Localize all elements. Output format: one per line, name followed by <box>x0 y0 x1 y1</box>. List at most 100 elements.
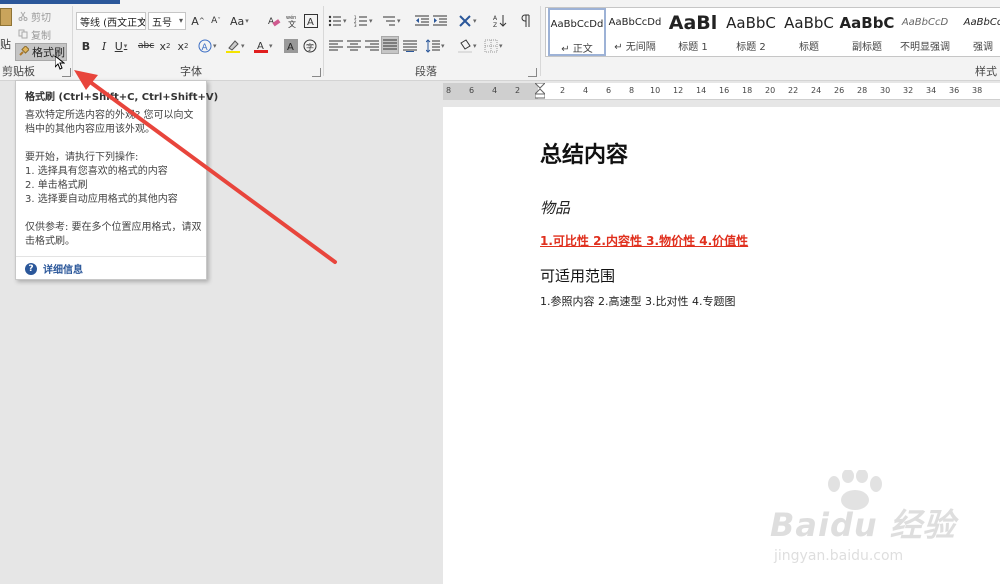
ruler-number: 12 <box>673 86 684 95</box>
style-heading-1[interactable]: AaBl 标题 1 <box>664 8 722 56</box>
ribbon: 贴 剪切 复制 格式刷 剪贴板 等线 (西文正文 ▾ 五号 ▾ A ^ Aˇ Aa… <box>0 0 1000 81</box>
font-size-value: 五号 <box>152 17 172 29</box>
style-subtitle[interactable]: AaBbC 副标题 <box>838 8 896 56</box>
ruler-number: 4 <box>583 86 589 95</box>
tell-me-more-label: 详细信息 <box>43 265 83 276</box>
sort-icon: AZ <box>493 15 507 28</box>
style-subtle-emphasis[interactable]: AaBbCcD 不明显强调 <box>896 8 954 56</box>
phonetic-guide-button[interactable]: wén 文 <box>285 12 301 30</box>
cut-button[interactable]: 剪切 <box>18 8 51 24</box>
ruler-number: 26 <box>834 86 845 95</box>
paragraph-group-label: 段落 <box>415 65 437 78</box>
style-name: 副标题 <box>852 42 882 53</box>
style-sample: AaBbC <box>726 14 776 32</box>
phonetic-guide-icon: wén文 <box>286 14 296 28</box>
highlight-button[interactable]: ▾ <box>226 37 245 55</box>
increase-indent-button[interactable] <box>432 12 448 30</box>
clear-formatting-button[interactable]: A <box>266 12 282 30</box>
enclose-characters-icon: 字 <box>303 39 317 53</box>
document-red-line: 1.可比性 2.内容性 3.物价性 4.价值性 <box>540 234 749 248</box>
change-case-button[interactable]: Aa ▾ <box>230 12 249 30</box>
font-color-button[interactable]: A ▾ <box>254 37 273 55</box>
style-no-spacing[interactable]: AaBbCcDd ↵ 无间隔 <box>606 8 664 56</box>
style-heading-2[interactable]: AaBbC 标题 2 <box>722 8 780 56</box>
paint-bucket-icon <box>458 39 472 53</box>
subscript-button[interactable]: x2 <box>157 37 173 55</box>
ruler-number: 16 <box>719 86 730 95</box>
ruler-number: 20 <box>765 86 776 95</box>
ruler-number: 14 <box>696 86 707 95</box>
borders-button[interactable]: ▾ <box>484 37 503 55</box>
shading-button[interactable]: ▾ <box>458 37 477 55</box>
style-name: 标题 <box>799 42 819 53</box>
cut-label: 剪切 <box>31 12 51 24</box>
superscript-button[interactable]: x2 <box>175 37 191 55</box>
asian-layout-icon <box>459 15 471 27</box>
ribbon-top-line <box>0 0 1000 4</box>
distributed-icon <box>403 40 417 52</box>
indent-marker-icon[interactable] <box>533 82 547 102</box>
strikethrough-label: abc <box>138 41 155 51</box>
style-name: 标题 1 <box>678 42 708 53</box>
ruler-number: 2 <box>515 86 521 95</box>
paste-button[interactable]: 贴 <box>0 4 14 58</box>
bold-button[interactable]: B <box>78 37 94 55</box>
styles-gallery: AaBbCcDd ↵ 正文 AaBbCcDd ↵ 无间隔 AaBl 标题 1 A… <box>545 7 1000 57</box>
grow-font-button[interactable]: A ^ <box>190 12 206 30</box>
character-shading-button[interactable]: A <box>283 37 299 55</box>
italic-button[interactable]: I <box>96 37 112 55</box>
asian-layout-button[interactable]: ▾ <box>458 12 477 30</box>
italic-label: I <box>101 39 107 53</box>
line-spacing-button[interactable]: ▾ <box>426 37 445 55</box>
style-normal[interactable]: AaBbCcDd ↵ 正文 <box>548 8 606 56</box>
ruler-number: 36 <box>949 86 960 95</box>
strikethrough-button[interactable]: abc <box>138 37 154 55</box>
font-launcher-icon[interactable] <box>312 68 321 77</box>
document-heading: 可适用范围 <box>540 267 616 285</box>
align-left-icon <box>329 40 343 51</box>
style-title[interactable]: AaBbC 标题 <box>780 8 838 56</box>
enclose-characters-button[interactable]: 字 <box>302 37 318 55</box>
numbering-button[interactable]: 1 2 3 ▾ <box>354 12 373 30</box>
sort-button[interactable]: AZ <box>492 12 508 30</box>
font-name-combo[interactable]: 等线 (西文正文 ▾ <box>76 12 146 30</box>
paragraph-launcher-icon[interactable] <box>528 68 537 77</box>
underline-button[interactable]: U ▾ <box>113 37 129 55</box>
align-right-button[interactable] <box>364 37 380 55</box>
text-effects-button[interactable]: A ▾ <box>198 37 217 55</box>
font-group-label: 字体 <box>180 65 202 78</box>
ruler-number: 2 <box>560 86 566 95</box>
separator <box>540 6 541 76</box>
align-left-button[interactable] <box>328 37 344 55</box>
justify-button[interactable] <box>381 36 399 54</box>
distributed-button[interactable] <box>402 37 418 55</box>
eraser-icon: A <box>268 17 281 27</box>
shrink-font-button[interactable]: Aˇ <box>208 12 224 30</box>
font-size-combo[interactable]: 五号 ▾ <box>148 12 186 30</box>
multilevel-list-icon <box>383 16 395 26</box>
clipboard-launcher-icon[interactable] <box>62 68 71 77</box>
tell-me-more-link[interactable]: ? 详细信息 <box>25 261 83 276</box>
tooltip-paragraph: 仅供参考: 要在多个位置应用格式，请双击格式刷。 <box>25 222 202 247</box>
style-sample: AaBbCcDd <box>608 17 662 28</box>
watermark-brand: Baidu 经验 <box>770 506 956 544</box>
document-title: 总结内容 <box>540 143 629 168</box>
align-center-button[interactable] <box>346 37 362 55</box>
style-name: ↵ 正文 <box>561 44 593 55</box>
show-marks-button[interactable] <box>518 12 534 30</box>
change-case-icon: Aa <box>230 14 245 28</box>
paintbrush-icon <box>19 44 30 59</box>
separator <box>72 6 73 76</box>
bold-label: B <box>81 39 91 53</box>
multilevel-list-button[interactable]: ▾ <box>382 12 401 30</box>
horizontal-ruler[interactable]: 8 6 4 2 2 4 6 8 10 12 14 16 18 20 22 24 … <box>443 82 1000 102</box>
decrease-indent-button[interactable] <box>414 12 430 30</box>
copy-button[interactable]: 复制 <box>18 26 51 42</box>
character-border-button[interactable]: A <box>303 12 319 30</box>
bullets-button[interactable]: ▾ <box>328 12 347 30</box>
svg-text:A: A <box>287 42 294 53</box>
style-emphasis[interactable]: AaBbCc 强调 <box>954 8 1000 56</box>
watermark-url: jingyan.baidu.com <box>774 548 904 564</box>
align-center-icon <box>347 40 361 51</box>
style-sample: AaBbCc <box>963 17 1000 28</box>
